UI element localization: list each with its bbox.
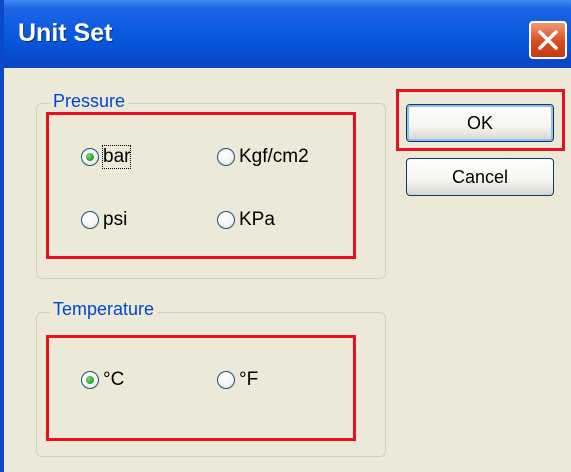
radio-celsius-label: °C	[103, 369, 125, 390]
radio-psi-label: psi	[103, 209, 128, 230]
temperature-group-label: Temperature	[50, 299, 158, 320]
radio-psi[interactable]: psi	[81, 208, 127, 232]
close-x-icon	[538, 30, 558, 50]
radio-celsius-circle[interactable]	[81, 371, 99, 389]
radio-kpa[interactable]: KPa	[217, 208, 275, 232]
radio-bar-circle[interactable]	[81, 148, 99, 166]
radio-bar-label: bar	[101, 145, 132, 169]
ok-button[interactable]: OK	[406, 104, 554, 142]
close-button[interactable]	[529, 21, 567, 59]
title-bar[interactable]: Unit Set	[4, 0, 571, 68]
cancel-button[interactable]: Cancel	[406, 158, 554, 196]
pressure-group-label: Pressure	[50, 91, 129, 112]
unit-set-dialog: Unit Set Pressure bar Kgf/cm2 psi KPa Te…	[0, 0, 571, 472]
radio-kgf-cm2-label: Kgf/cm2	[239, 146, 309, 167]
radio-bar[interactable]: bar	[81, 145, 132, 169]
radio-kgf-cm2[interactable]: Kgf/cm2	[217, 145, 309, 169]
radio-fahrenheit[interactable]: °F	[217, 368, 258, 392]
radio-fahrenheit-circle[interactable]	[217, 371, 235, 389]
radio-kpa-circle[interactable]	[217, 211, 235, 229]
dialog-title: Unit Set	[18, 19, 113, 47]
radio-selected-dot	[86, 153, 94, 161]
radio-kpa-label: KPa	[239, 209, 275, 230]
pressure-highlight-box	[46, 112, 356, 259]
radio-fahrenheit-label: °F	[239, 369, 259, 390]
radio-selected-dot	[86, 376, 94, 384]
radio-celsius[interactable]: °C	[81, 368, 124, 392]
radio-kgf-cm2-circle[interactable]	[217, 148, 235, 166]
radio-psi-circle[interactable]	[81, 211, 99, 229]
